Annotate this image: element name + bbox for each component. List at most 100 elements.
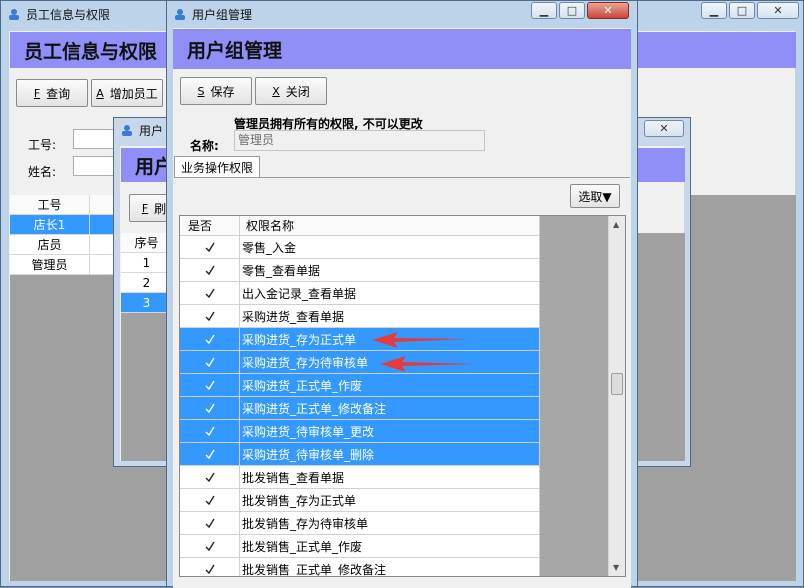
permission-checkbox[interactable] xyxy=(180,351,240,374)
checkmark-icon xyxy=(205,242,215,253)
scroll-thumb[interactable] xyxy=(611,373,623,395)
permission-name: 批发销售_正式单_作废 xyxy=(240,535,540,558)
tab-divider xyxy=(174,177,630,178)
scroll-down-arrow-icon[interactable]: ▼ xyxy=(613,563,619,572)
permission-name: 批发销售_存为正式单 xyxy=(240,489,540,512)
hotkey-a: A xyxy=(96,86,104,100)
checkmark-icon xyxy=(205,472,215,483)
maximize-button[interactable]: □ xyxy=(729,2,755,19)
dialog-banner: 用户组管理 xyxy=(173,29,631,69)
permission-row[interactable]: 批发销售_正式单_修改备注 xyxy=(180,558,540,576)
permission-name: 采购进货_待审核单_更改 xyxy=(240,420,540,443)
user-icon xyxy=(9,9,19,20)
checkmark-icon xyxy=(205,380,215,391)
permission-row[interactable]: 采购进货_查看单据 xyxy=(180,305,540,328)
permission-checkbox[interactable] xyxy=(180,512,240,535)
user-icon xyxy=(122,125,132,136)
permission-checkbox[interactable] xyxy=(180,420,240,443)
permission-name: 出入金记录_查看单据 xyxy=(240,282,540,305)
hotkey-x: X xyxy=(272,84,280,98)
main-window-controls: ▁ □ ✕ xyxy=(701,2,799,19)
table-row[interactable]: 管理员 xyxy=(10,255,90,275)
query-label: 查询 xyxy=(46,86,71,101)
table-row[interactable]: 店长1 xyxy=(10,215,90,235)
query-button[interactable]: F 查询 xyxy=(16,79,88,107)
add-employee-button[interactable]: A 增加员工 xyxy=(91,79,163,107)
table-row[interactable]: 店员 xyxy=(10,235,90,255)
vertical-scrollbar[interactable]: ▲ ▼ xyxy=(608,216,625,576)
permission-row[interactable]: 批发销售_存为待审核单 xyxy=(180,512,540,535)
close-button[interactable]: ✕ xyxy=(587,2,629,19)
select-dropdown-button[interactable]: 选取▼ xyxy=(570,184,620,208)
permission-row[interactable]: 零售_查看单据 xyxy=(180,259,540,282)
permission-name: 批发销售_正式单_修改备注 xyxy=(240,558,540,576)
user-window-controls: ✕ xyxy=(644,120,684,137)
close-button[interactable]: ✕ xyxy=(644,120,684,137)
checkmark-icon xyxy=(205,357,215,368)
permission-name: 零售_入金 xyxy=(240,236,540,259)
permission-row[interactable]: 出入金记录_查看单据 xyxy=(180,282,540,305)
tab-business-permissions[interactable]: 业务操作权限 xyxy=(174,156,260,178)
checkmark-icon xyxy=(205,403,215,414)
col-header-checked[interactable]: 是否 xyxy=(180,216,240,236)
main-banner-text: 员工信息与权限 xyxy=(24,40,158,63)
permission-grid: 是否 权限名称 零售_入金 零售_查看单据 出入金记录_查看单据 采购进货_查看单据采… xyxy=(179,215,626,577)
permission-row[interactable]: 采购进货_存为正式单 xyxy=(180,328,540,351)
permission-row[interactable]: 零售_入金 xyxy=(180,236,540,259)
dialog-banner-text: 用户组管理 xyxy=(187,39,283,62)
permission-checkbox[interactable] xyxy=(180,397,240,420)
add-employee-label: 增加员工 xyxy=(109,86,158,101)
permission-checkbox[interactable] xyxy=(180,535,240,558)
group-name-label: 名称: xyxy=(190,139,219,153)
permission-row[interactable]: 批发销售_查看单据 xyxy=(180,466,540,489)
id-input[interactable] xyxy=(73,129,118,149)
permission-checkbox[interactable] xyxy=(180,328,240,351)
hotkey-f: F xyxy=(141,201,149,215)
annotation-arrow-icon xyxy=(372,332,470,348)
close-button[interactable]: ✕ xyxy=(757,2,799,19)
name-input[interactable] xyxy=(73,156,118,176)
group-name-field[interactable]: 管理员 xyxy=(234,130,485,151)
permission-row[interactable]: 采购进货_正式单_作废 xyxy=(180,374,540,397)
checkmark-icon xyxy=(205,288,215,299)
permission-checkbox[interactable] xyxy=(180,282,240,305)
grid-header: 是否 权限名称 xyxy=(180,216,540,236)
permission-name: 采购进货_查看单据 xyxy=(240,305,540,328)
col-header-id[interactable]: 工号 xyxy=(10,195,90,215)
scroll-up-arrow-icon[interactable]: ▲ xyxy=(613,220,619,229)
permission-row[interactable]: 批发销售_存为正式单 xyxy=(180,489,540,512)
dialog-window-controls: ▁ □ ✕ xyxy=(531,2,629,19)
hotkey-f: F xyxy=(33,86,41,100)
permission-checkbox[interactable] xyxy=(180,466,240,489)
close-label: 关闭 xyxy=(285,84,310,99)
minimize-button[interactable]: ▁ xyxy=(531,2,557,19)
permission-checkbox[interactable] xyxy=(180,259,240,282)
maximize-button[interactable]: □ xyxy=(559,2,585,19)
permission-name: 采购进货_正式单_作废 xyxy=(240,374,540,397)
checkmark-icon xyxy=(205,265,215,276)
permission-name: 批发销售_存为待审核单 xyxy=(240,512,540,535)
permission-row[interactable]: 批发销售_正式单_作废 xyxy=(180,535,540,558)
minimize-button[interactable]: ▁ xyxy=(701,2,727,19)
dialog-title: 用户组管理 xyxy=(192,7,253,22)
checkmark-icon xyxy=(205,518,215,529)
permission-row[interactable]: 采购进货_待审核单_更改 xyxy=(180,420,540,443)
col-header-permission-name[interactable]: 权限名称 xyxy=(240,216,540,236)
checkmark-icon xyxy=(205,564,215,575)
permission-row[interactable]: 采购进货_正式单_修改备注 xyxy=(180,397,540,420)
permission-name: 采购进货_正式单_修改备注 xyxy=(240,397,540,420)
permission-row[interactable]: 采购进货_待审核单_删除 xyxy=(180,443,540,466)
checkmark-icon xyxy=(205,495,215,506)
permission-checkbox[interactable] xyxy=(180,305,240,328)
permission-checkbox[interactable] xyxy=(180,558,240,576)
permission-checkbox[interactable] xyxy=(180,236,240,259)
refresh-label: 刷 xyxy=(154,201,167,216)
permission-checkbox[interactable] xyxy=(180,489,240,512)
permission-name: 批发销售_查看单据 xyxy=(240,466,540,489)
checkmark-icon xyxy=(205,449,215,460)
save-button[interactable]: S 保存 xyxy=(180,77,252,105)
id-label: 工号: xyxy=(28,138,57,152)
close-dialog-button[interactable]: X 关闭 xyxy=(255,77,327,105)
permission-checkbox[interactable] xyxy=(180,374,240,397)
permission-checkbox[interactable] xyxy=(180,443,240,466)
